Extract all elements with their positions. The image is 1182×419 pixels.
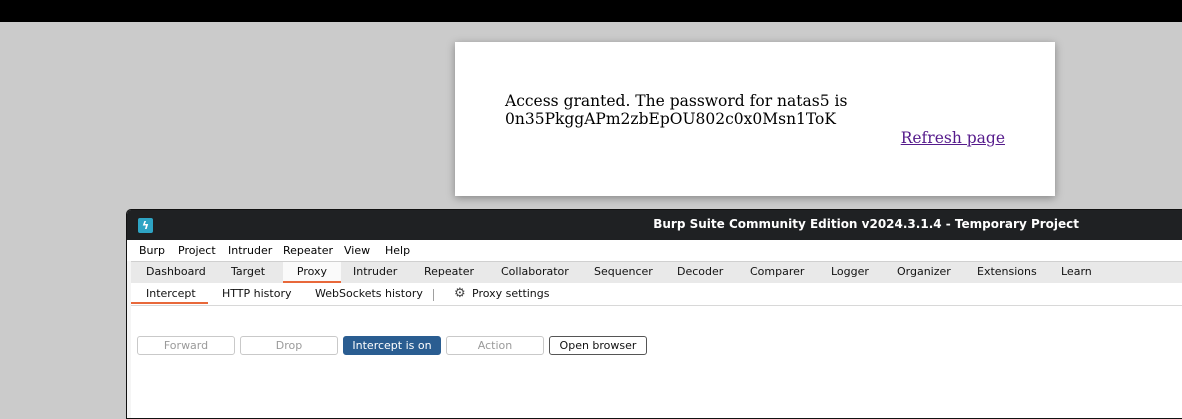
menu-help[interactable]: Help bbox=[385, 244, 410, 257]
tab-logger[interactable]: Logger bbox=[831, 265, 869, 278]
menu-project[interactable]: Project bbox=[178, 244, 216, 257]
window-title: Burp Suite Community Edition v2024.3.1.4… bbox=[653, 217, 1079, 231]
active-subtab-indicator bbox=[131, 302, 208, 304]
top-black-strip bbox=[0, 0, 1182, 22]
intercept-toggle-button[interactable]: Intercept is on bbox=[343, 336, 441, 355]
tab-decoder[interactable]: Decoder bbox=[677, 265, 723, 278]
page-content: Access granted. The password for natas5 … bbox=[485, 82, 1025, 167]
tab-collaborator[interactable]: Collaborator bbox=[501, 265, 569, 278]
web-page-panel: Access granted. The password for natas5 … bbox=[455, 42, 1055, 196]
refresh-page-link[interactable]: Refresh page bbox=[901, 129, 1005, 147]
tab-extensions[interactable]: Extensions bbox=[977, 265, 1037, 278]
gear-icon[interactable]: ⚙ bbox=[454, 286, 466, 301]
access-message-line1: Access granted. The password for natas5 … bbox=[505, 92, 848, 110]
access-message: Access granted. The password for natas5 … bbox=[505, 92, 925, 128]
tab-proxy[interactable]: Proxy bbox=[283, 262, 341, 281]
menu-bar: Burp Project Intruder Repeater View Help bbox=[127, 240, 1182, 261]
tab-dashboard[interactable]: Dashboard bbox=[146, 265, 206, 278]
intercept-panel: Forward Drop Intercept is on Action Open… bbox=[131, 306, 1182, 418]
tab-target[interactable]: Target bbox=[231, 265, 265, 278]
subtab-http-history[interactable]: HTTP history bbox=[222, 287, 291, 300]
password-value: 0n35PkggAPm2zbEpOU802c0x0Msn1ToK bbox=[505, 110, 836, 128]
burp-window: ϟ Burp Suite Community Edition v2024.3.1… bbox=[126, 209, 1182, 419]
proxy-settings-link[interactable]: Proxy settings bbox=[472, 287, 550, 300]
action-button[interactable]: Action bbox=[446, 336, 544, 355]
main-tab-bar: Dashboard Target Proxy Intruder Repeater… bbox=[131, 261, 1182, 284]
proxy-subtab-bar: Intercept HTTP history WebSockets histor… bbox=[131, 283, 1182, 306]
tab-sequencer[interactable]: Sequencer bbox=[594, 265, 653, 278]
menu-burp[interactable]: Burp bbox=[139, 244, 165, 257]
tab-comparer[interactable]: Comparer bbox=[750, 265, 804, 278]
open-browser-button[interactable]: Open browser bbox=[549, 336, 647, 355]
subtab-websockets-history[interactable]: WebSockets history bbox=[315, 287, 423, 300]
burp-lightning-icon: ϟ bbox=[138, 218, 153, 233]
subtab-divider bbox=[433, 289, 434, 301]
subtab-intercept[interactable]: Intercept bbox=[146, 287, 196, 300]
menu-repeater[interactable]: Repeater bbox=[283, 244, 333, 257]
forward-button[interactable]: Forward bbox=[137, 336, 235, 355]
tab-organizer[interactable]: Organizer bbox=[897, 265, 951, 278]
drop-button[interactable]: Drop bbox=[240, 336, 338, 355]
title-bar: ϟ Burp Suite Community Edition v2024.3.1… bbox=[127, 210, 1182, 240]
tab-learn[interactable]: Learn bbox=[1061, 265, 1092, 278]
tab-repeater[interactable]: Repeater bbox=[424, 265, 474, 278]
menu-intruder[interactable]: Intruder bbox=[228, 244, 272, 257]
tab-intruder[interactable]: Intruder bbox=[353, 265, 397, 278]
menu-view[interactable]: View bbox=[344, 244, 370, 257]
